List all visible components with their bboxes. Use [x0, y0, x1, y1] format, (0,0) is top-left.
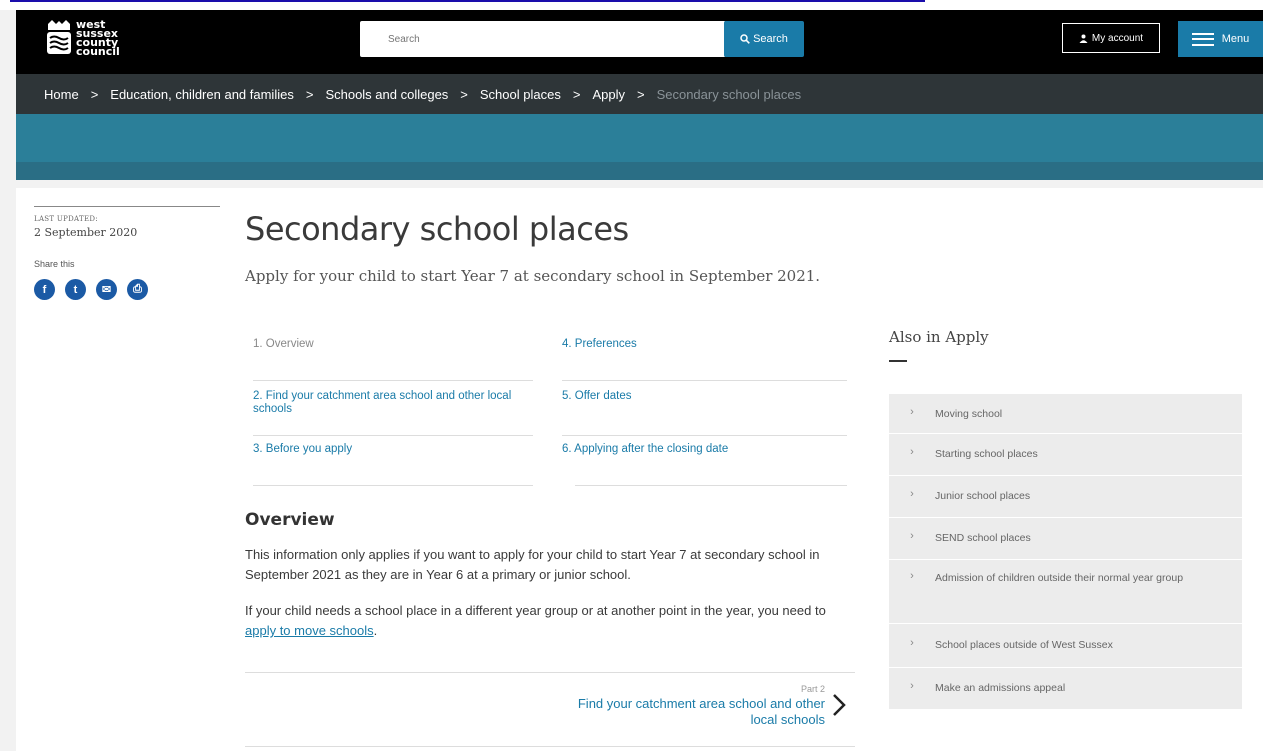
chevron-right-icon: ›: [910, 446, 914, 458]
overview-paragraph-move: If your child needs a school place in a …: [245, 601, 855, 641]
contents-divider: [253, 380, 533, 381]
breadcrumb: Home > Education, children and families …: [16, 74, 1263, 114]
site-header: west sussex county council Search My acc…: [16, 10, 1263, 74]
council-logo[interactable]: west sussex county council: [46, 18, 146, 66]
next-part-title: Find your catchment area school and othe…: [577, 696, 825, 727]
list-item-label: SEND school places: [935, 532, 1031, 544]
breadcrumb-apply[interactable]: Apply: [592, 87, 625, 102]
twitter-icon[interactable]: t: [65, 279, 86, 300]
section-divider: [245, 746, 855, 747]
hero-banner: [16, 114, 1263, 180]
contents-divider: [253, 485, 533, 486]
contents-item-after-closing[interactable]: 6. Applying after the closing date: [562, 443, 847, 456]
contents-item-overview: 1. Overview: [253, 338, 314, 350]
aside-title-rule: [889, 360, 907, 362]
hamburger-icon: [1191, 32, 1214, 46]
page-lead: Apply for your child to start Year 7 at …: [245, 267, 821, 285]
list-item-label: Moving school: [935, 408, 1003, 420]
user-icon: [1079, 34, 1088, 43]
last-updated-date: 2 September 2020: [34, 226, 138, 239]
list-item[interactable]: › Moving school: [889, 394, 1242, 434]
chevron-right-icon: ›: [910, 680, 914, 692]
my-account-button[interactable]: My account: [1062, 23, 1160, 53]
breadcrumb-home[interactable]: Home: [44, 87, 79, 102]
breadcrumb-separator: >: [636, 86, 645, 102]
list-item-label: School places outside of West Sussex: [935, 639, 1113, 651]
list-item[interactable]: › SEND school places: [889, 518, 1242, 560]
search-input[interactable]: [360, 21, 726, 57]
list-item-label: Admission of children outside their norm…: [935, 572, 1184, 584]
search-button-label: Search: [753, 33, 788, 45]
breadcrumb-separator: >: [305, 86, 314, 102]
contents-divider: [253, 435, 533, 436]
hero-stripe: [16, 114, 1263, 162]
logo-word: council: [76, 45, 120, 58]
print-icon[interactable]: ⎙: [127, 279, 148, 300]
contents-divider: [575, 485, 847, 486]
last-updated-label: LAST UPDATED:: [34, 215, 98, 223]
share-icons: f t ✉ ⎙: [34, 279, 220, 300]
breadcrumb-school-places[interactable]: School places: [480, 87, 561, 102]
search-icon: [740, 34, 750, 44]
list-item[interactable]: › Make an admissions appeal: [889, 668, 1242, 710]
list-item-label: Make an admissions appeal: [935, 682, 1066, 694]
paragraph-text: If your child needs a school place in a …: [245, 603, 826, 618]
logo-wordmark: west sussex county council: [76, 19, 120, 58]
share-label: Share this: [34, 259, 75, 269]
my-account-label: My account: [1091, 32, 1144, 44]
crest-icon: [47, 20, 71, 54]
chevron-right-icon: ›: [910, 488, 914, 500]
breadcrumb-separator: >: [460, 86, 468, 102]
menu-button[interactable]: Menu: [1178, 21, 1263, 57]
page-meta: LAST UPDATED: 2 September 2020 Share thi…: [34, 206, 220, 300]
main-content: LAST UPDATED: 2 September 2020 Share thi…: [16, 188, 1263, 751]
page-title: Secondary school places: [245, 210, 629, 248]
chevron-right-icon: ›: [910, 570, 914, 582]
list-item[interactable]: › School places outside of West Sussex: [889, 624, 1242, 668]
next-part-link[interactable]: Part 2 Find your catchment area school a…: [545, 680, 855, 740]
link-underline: [10, 0, 925, 2]
breadcrumb-schools-colleges[interactable]: Schools and colleges: [325, 87, 448, 102]
breadcrumb-education[interactable]: Education, children and families: [110, 87, 294, 102]
contents-item-offer-dates[interactable]: 5. Offer dates: [562, 390, 847, 403]
chevron-right-icon: [833, 694, 846, 716]
address-link-strip[interactable]: [0, 0, 1263, 10]
facebook-icon[interactable]: f: [34, 279, 55, 300]
aside-list: › Moving school › Starting school places ›…: [889, 394, 1242, 710]
list-item[interactable]: › Admission of children outside their nor…: [889, 560, 1242, 624]
breadcrumb-current: Secondary school places: [656, 86, 802, 102]
overview-paragraph: This information only applies if you wan…: [245, 547, 820, 582]
aside-title: Also in Apply: [889, 328, 989, 346]
contents-item-catchment[interactable]: 2. Find your catchment area school and o…: [253, 390, 538, 416]
menu-label: Menu: [1221, 33, 1250, 45]
contents-item-preferences[interactable]: 4. Preferences: [562, 338, 847, 351]
also-in-apply: Also in Apply › Moving school › Starting s…: [889, 328, 1242, 710]
list-item[interactable]: › Junior school places: [889, 476, 1242, 518]
chevron-right-icon: ›: [910, 637, 914, 649]
breadcrumb-separator: >: [572, 86, 581, 102]
email-icon[interactable]: ✉: [96, 279, 117, 300]
paragraph-text: .: [373, 623, 378, 638]
section-divider: [245, 672, 855, 673]
contents-divider: [562, 380, 847, 381]
list-item-label: Junior school places: [935, 490, 1031, 502]
search-field[interactable]: [360, 21, 726, 57]
meta-divider: [34, 206, 220, 207]
apply-to-move-schools-link[interactable]: apply to move schools: [245, 623, 374, 638]
overview-heading: Overview: [245, 510, 335, 530]
breadcrumb-separator: >: [90, 86, 99, 102]
chevron-right-icon: ›: [910, 530, 914, 542]
contents-divider: [562, 435, 847, 436]
chevron-right-icon: ›: [910, 406, 914, 418]
list-item-label: Starting school places: [935, 448, 1038, 460]
contents-item-before-apply[interactable]: 3. Before you apply: [253, 443, 538, 456]
list-item[interactable]: › Starting school places: [889, 434, 1242, 476]
search-button[interactable]: Search: [724, 21, 804, 57]
next-part-label: Part 2: [800, 684, 825, 694]
